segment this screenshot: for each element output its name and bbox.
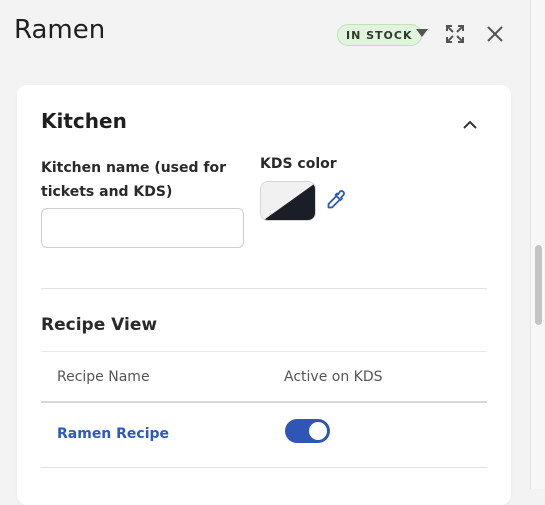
table-top-border (41, 351, 487, 352)
column-header-recipe-name: Recipe Name (57, 369, 150, 385)
close-icon[interactable] (484, 23, 506, 45)
kds-color-swatch[interactable] (260, 181, 316, 221)
kds-color-label: KDS color (260, 156, 337, 172)
scrollbar-thumb[interactable] (535, 245, 542, 325)
chevron-up-icon[interactable] (460, 115, 480, 135)
kitchen-name-label-line2: tickets and KDS) (41, 184, 173, 200)
caret-down-icon[interactable] (416, 29, 428, 37)
kitchen-card: Kitchen Kitchen name (used for tickets a… (17, 85, 511, 505)
column-header-active-on-kds: Active on KDS (284, 369, 383, 385)
eyedropper-icon[interactable] (324, 188, 348, 212)
kitchen-name-label-line1: Kitchen name (used for (41, 160, 227, 176)
expand-icon[interactable] (444, 23, 466, 45)
section-title-kitchen: Kitchen (41, 109, 127, 133)
recipe-name-link[interactable]: Ramen Recipe (57, 426, 169, 442)
status-badge: IN STOCK (337, 24, 422, 46)
recipe-view-title: Recipe View (41, 315, 158, 335)
section-divider (41, 288, 487, 289)
kitchen-name-label: Kitchen name (used for tickets and KDS) (41, 156, 226, 204)
table-row-border (41, 467, 487, 468)
active-on-kds-toggle[interactable] (285, 419, 330, 443)
kitchen-name-input[interactable] (41, 208, 244, 248)
table-header-border (41, 401, 487, 403)
drawer-header: Ramen IN STOCK (0, 0, 530, 68)
page-title: Ramen (14, 15, 106, 45)
toggle-knob (309, 422, 327, 440)
